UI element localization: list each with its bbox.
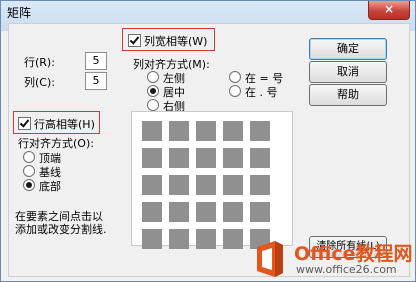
dialog-title: 矩阵 bbox=[7, 6, 32, 20]
row-align-label: 行对齐方式(O): bbox=[18, 137, 94, 150]
matrix-preview[interactable] bbox=[131, 111, 293, 249]
radio-icon bbox=[229, 85, 241, 97]
cols-label: 列(C): bbox=[24, 76, 55, 89]
matrix-cell bbox=[223, 229, 243, 249]
cols-input[interactable]: 5 bbox=[85, 72, 107, 90]
matrix-dialog: 矩阵 × 行(R): 5 列(C): 5 列宽相等(W) 列对齐方式(M): 左… bbox=[0, 0, 416, 282]
matrix-cell bbox=[169, 148, 189, 168]
matrix-cell bbox=[169, 229, 189, 249]
checkbox-check-icon bbox=[18, 117, 31, 130]
matrix-cell bbox=[142, 121, 162, 141]
row-equal-label: 行高相等(H) bbox=[34, 118, 95, 131]
matrix-cell bbox=[142, 148, 162, 168]
matrix-cell bbox=[142, 229, 162, 249]
matrix-cell bbox=[196, 121, 216, 141]
matrix-cell bbox=[169, 121, 189, 141]
radio-icon bbox=[147, 99, 159, 111]
radio-icon bbox=[229, 71, 241, 83]
rows-input[interactable]: 5 bbox=[85, 52, 107, 70]
radio-selected-icon bbox=[23, 179, 35, 191]
office-logo-icon bbox=[257, 241, 283, 277]
checkbox-check-icon bbox=[128, 34, 141, 47]
matrix-cell bbox=[196, 175, 216, 195]
matrix-cell bbox=[169, 202, 189, 222]
radio-selected-icon bbox=[147, 85, 159, 97]
matrix-cell bbox=[196, 148, 216, 168]
radio-icon bbox=[23, 165, 35, 177]
watermark-brand: Office教程网 bbox=[294, 243, 413, 265]
ok-button[interactable]: 确定 bbox=[309, 38, 387, 60]
matrix-cell bbox=[223, 148, 243, 168]
watermark-url: www.office26.com bbox=[296, 263, 397, 276]
help-button[interactable]: 帮助 bbox=[309, 84, 387, 106]
cancel-button[interactable]: 取消 bbox=[309, 61, 387, 83]
row-equal-checkbox[interactable]: 行高相等(H) bbox=[18, 116, 95, 132]
matrix-cell bbox=[250, 175, 270, 195]
rows-label: 行(R): bbox=[24, 56, 55, 69]
matrix-cell bbox=[250, 202, 270, 222]
matrix-cell bbox=[142, 175, 162, 195]
matrix-cell bbox=[250, 121, 270, 141]
matrix-cell bbox=[250, 148, 270, 168]
matrix-cell bbox=[223, 202, 243, 222]
radio-icon bbox=[147, 71, 159, 83]
close-button[interactable]: × bbox=[368, 1, 410, 20]
matrix-cell bbox=[196, 202, 216, 222]
col-equal-label: 列宽相等(W) bbox=[144, 35, 208, 48]
col-align-dot[interactable]: 在 . 号 bbox=[229, 84, 278, 100]
matrix-cell bbox=[196, 229, 216, 249]
matrix-cell bbox=[223, 121, 243, 141]
col-equal-checkbox[interactable]: 列宽相等(W) bbox=[128, 33, 207, 49]
radio-icon bbox=[23, 151, 35, 163]
matrix-cell bbox=[142, 202, 162, 222]
matrix-cell bbox=[169, 175, 189, 195]
matrix-cell bbox=[223, 175, 243, 195]
hint-text: 在要素之间点击以 添加或改变分割线. bbox=[15, 210, 107, 236]
row-align-bottom[interactable]: 底部 bbox=[23, 178, 61, 194]
